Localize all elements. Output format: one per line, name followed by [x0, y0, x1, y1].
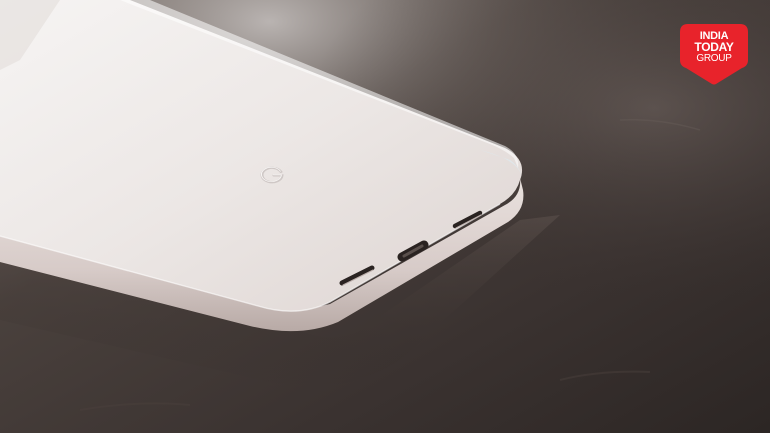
photo-scene: INDIA TODAY GROUP [0, 0, 770, 433]
logo-line-today: TODAY [694, 40, 734, 54]
phone-photo [0, 0, 770, 433]
india-today-group-logo: INDIA TODAY GROUP [678, 20, 750, 86]
logo-line-group: GROUP [696, 53, 732, 64]
